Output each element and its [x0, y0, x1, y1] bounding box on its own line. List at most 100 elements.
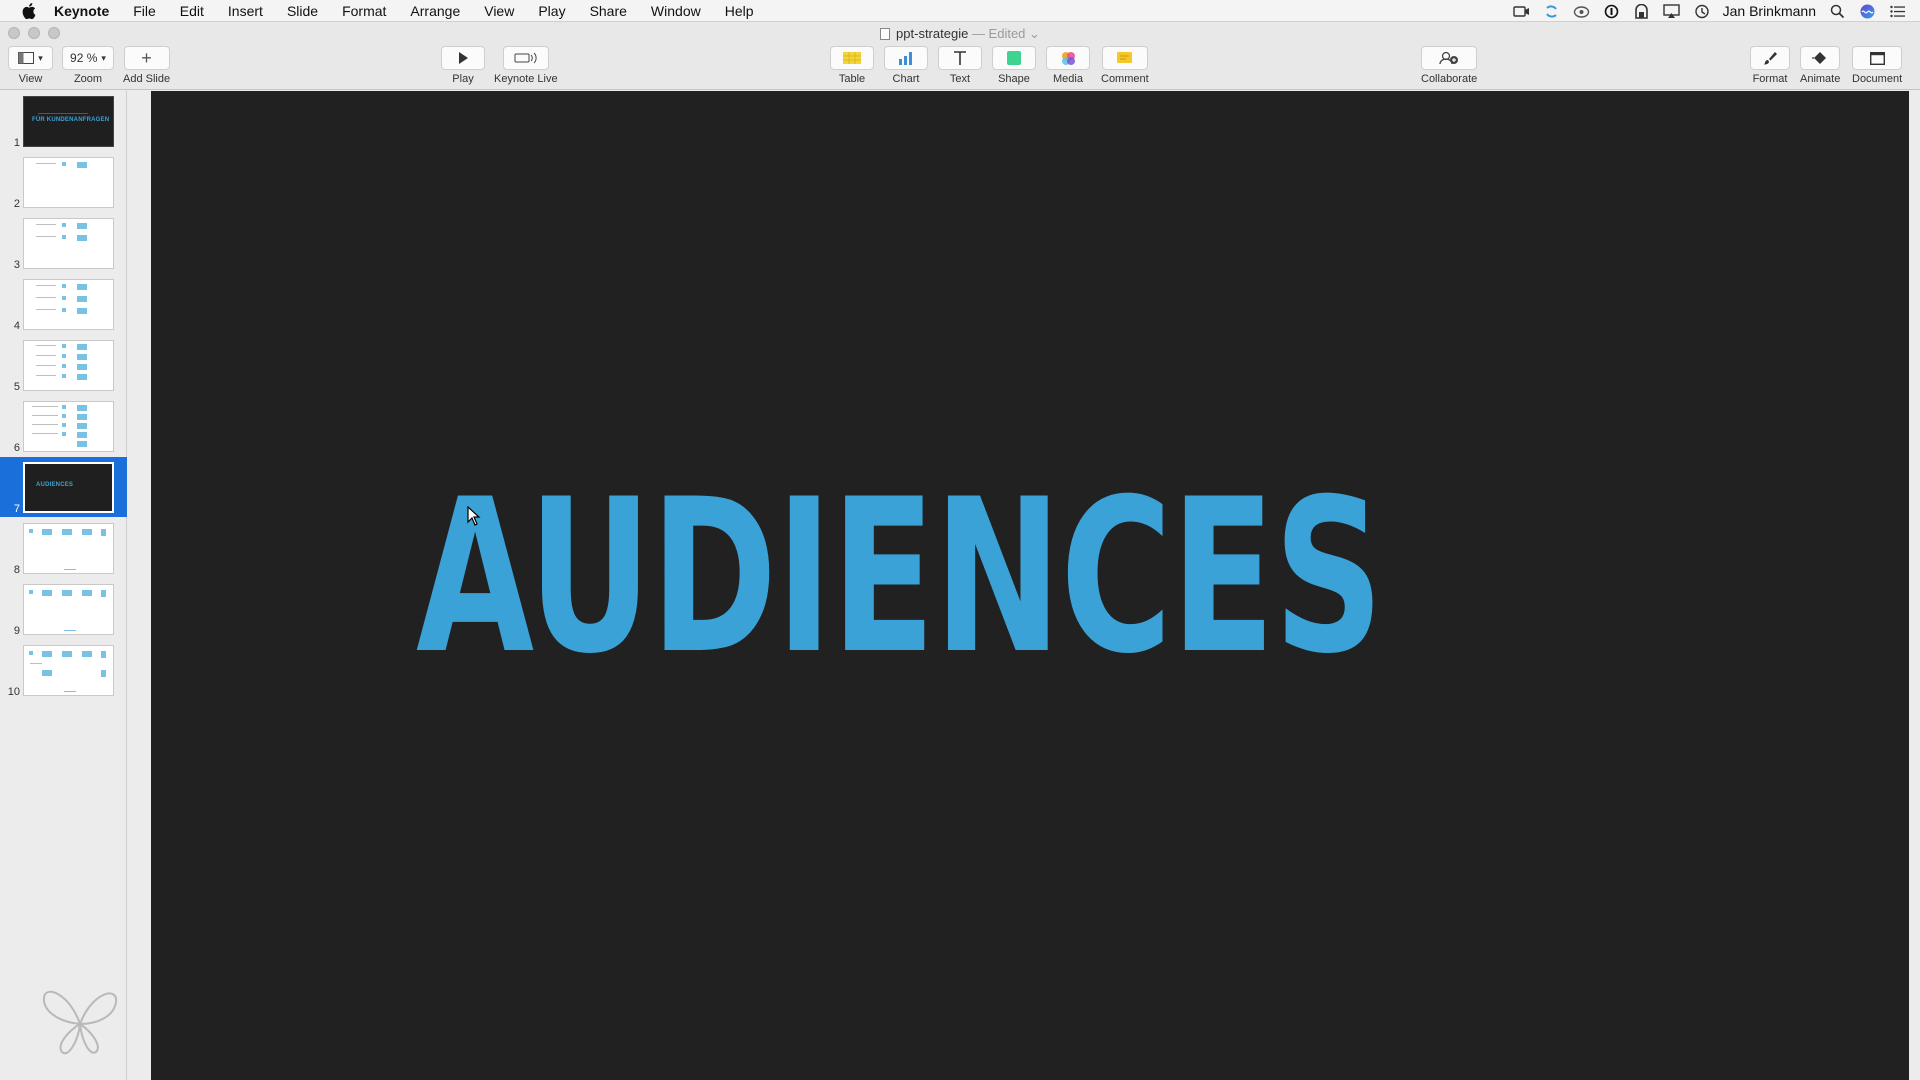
media-button[interactable] [1046, 46, 1090, 70]
menu-file[interactable]: File [121, 0, 168, 22]
document-icon [880, 28, 891, 40]
slide-thumbnail-3[interactable]: 3 [0, 213, 127, 273]
slide-thumb [23, 584, 114, 635]
zoom-label: Zoom [73, 73, 103, 85]
chevron-down-icon: ▾ [101, 52, 106, 63]
format-button[interactable] [1750, 46, 1790, 70]
animate-icon [1812, 52, 1827, 64]
collaborate-button[interactable] [1421, 46, 1478, 70]
paintbrush-icon [1764, 52, 1777, 65]
menu-view[interactable]: View [472, 0, 526, 22]
slide-thumbnail-9[interactable]: 9 [0, 579, 127, 639]
slide-navigator[interactable]: FÜR KUNDENANFRAGEN 1 2 3 4 5 6 AUDIENCES… [0, 91, 127, 1080]
chart-button[interactable] [884, 46, 928, 70]
text-button[interactable] [938, 46, 982, 70]
slide-number: 6 [13, 442, 20, 454]
slide-thumbnail-1[interactable]: FÜR KUNDENANFRAGEN 1 [0, 91, 127, 151]
document-name: ppt-strategie [896, 26, 969, 41]
sync-icon[interactable] [1543, 3, 1561, 19]
menu-edit[interactable]: Edit [168, 0, 216, 22]
slide-thumbnail-6[interactable]: 6 [0, 396, 127, 456]
window-titlebar: ppt-strategie — Edited ⌄ [0, 22, 1920, 46]
menu-app-keynote[interactable]: Keynote [42, 0, 121, 22]
slide-thumbnail-7[interactable]: AUDIENCES 7 [0, 457, 127, 517]
slide-thumb [23, 279, 114, 330]
user-name[interactable]: Jan Brinkmann [1723, 3, 1816, 19]
menu-arrange[interactable]: Arrange [398, 0, 472, 22]
slide-thumbnail-8[interactable]: 8 [0, 518, 127, 578]
shape-button[interactable] [992, 46, 1036, 70]
menu-window[interactable]: Window [639, 0, 713, 22]
add-slide-button[interactable]: + [123, 46, 170, 70]
table-button[interactable] [830, 46, 874, 70]
butterfly-logo-icon [42, 990, 118, 1055]
slide-thumb [23, 218, 114, 269]
animate-button[interactable] [1800, 46, 1841, 70]
slide-number: 7 [13, 503, 20, 515]
animate-label: Animate [1800, 73, 1841, 85]
document-label: Document [1852, 73, 1903, 85]
zoom-dropdown[interactable]: 92 % ▾ [62, 46, 114, 70]
document-inspector-icon [1869, 51, 1885, 65]
slide-title[interactable]: AUDIENCES [416, 471, 1384, 683]
slide-thumbnail-10[interactable]: 10 [0, 640, 127, 700]
menu-play[interactable]: Play [526, 0, 577, 22]
slide-thumb [23, 340, 114, 391]
view-control: ▾ View [8, 46, 53, 85]
chevron-down-icon: ⌄ [1029, 26, 1040, 41]
play-control: Play [441, 46, 485, 85]
slide-thumb [23, 401, 114, 452]
thumb-text: AUDIENCES [36, 482, 74, 488]
keynote-live-control: Keynote Live [494, 46, 558, 85]
menu-help[interactable]: Help [713, 0, 766, 22]
slide-number: 4 [13, 320, 20, 332]
mouse-pointer-icon [467, 506, 481, 526]
backup-icon[interactable] [1633, 3, 1651, 19]
slide-thumbnail-5[interactable]: 5 [0, 335, 127, 395]
menu-format[interactable]: Format [330, 0, 398, 22]
airplay-icon[interactable] [1663, 3, 1681, 19]
comment-label: Comment [1101, 73, 1149, 85]
slide-number: 10 [7, 686, 20, 698]
keynote-live-button[interactable] [502, 46, 549, 70]
play-label: Play [452, 73, 474, 85]
slide-canvas[interactable]: AUDIENCES [151, 91, 1909, 1080]
time-machine-icon[interactable] [1693, 3, 1711, 19]
spotlight-icon[interactable] [1828, 3, 1846, 19]
shape-icon [1007, 51, 1021, 65]
media-control: Media [1046, 46, 1090, 85]
slide-thumb: FÜR KUNDENANFRAGEN [23, 96, 114, 147]
plus-icon: + [141, 47, 152, 68]
collaborate-icon [1439, 51, 1459, 65]
slide-thumbnail-4[interactable]: 4 [0, 274, 127, 334]
slide-thumbnail-2[interactable]: 2 [0, 152, 127, 212]
toolbar: ▾ View 92 % ▾ Zoom + Add Slide Play Keyn… [0, 46, 1920, 90]
chart-control: Chart [884, 46, 928, 85]
animate-control: Animate [1800, 46, 1840, 85]
menu-slide[interactable]: Slide [275, 0, 330, 22]
add-slide-control: + Add Slide [123, 46, 170, 85]
menu-bar: Keynote File Edit Insert Slide Format Ar… [0, 0, 1920, 22]
menu-insert[interactable]: Insert [216, 0, 275, 22]
notification-center-icon[interactable] [1888, 3, 1906, 19]
chart-icon [899, 51, 912, 65]
siri-icon[interactable] [1858, 3, 1876, 19]
document-edited-status: — Edited [971, 26, 1026, 41]
status-area: Jan Brinkmann [1513, 0, 1906, 22]
chart-label: Chart [892, 73, 920, 85]
document-title[interactable]: ppt-strategie — Edited ⌄ [0, 26, 1920, 42]
password-icon[interactable] [1603, 3, 1621, 19]
menu-share[interactable]: Share [578, 0, 639, 22]
cloud-icon[interactable] [1573, 3, 1591, 19]
keynote-live-label: Keynote Live [494, 73, 558, 85]
view-button[interactable]: ▾ [8, 46, 53, 70]
document-button[interactable] [1852, 46, 1903, 70]
media-label: Media [1053, 73, 1083, 85]
view-label: View [18, 73, 43, 85]
play-button[interactable] [441, 46, 485, 70]
screen-record-icon[interactable] [1513, 3, 1531, 19]
zoom-control: 92 % ▾ Zoom [62, 46, 114, 85]
comment-button[interactable] [1101, 46, 1148, 70]
comment-control: Comment [1101, 46, 1149, 85]
apple-menu-icon[interactable] [16, 2, 42, 19]
